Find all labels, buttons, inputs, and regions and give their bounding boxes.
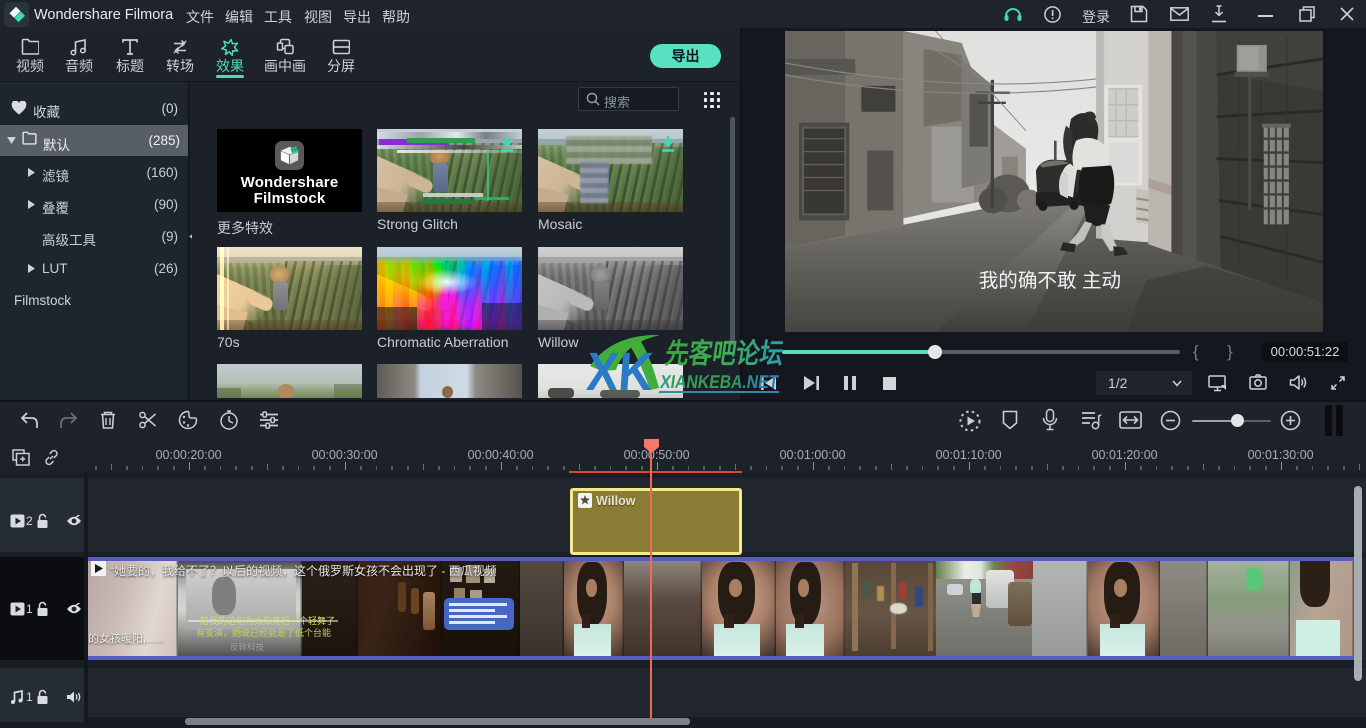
svg-text:先客吧论坛: 先客吧论坛: [663, 337, 785, 369]
svg-text:XIANKEBA.NET: XIANKEBA.NET: [659, 371, 780, 392]
svg-text:XK: XK: [585, 342, 655, 398]
svg-text:我的确不敢 主动: 我的确不敢 主动: [979, 270, 1121, 292]
